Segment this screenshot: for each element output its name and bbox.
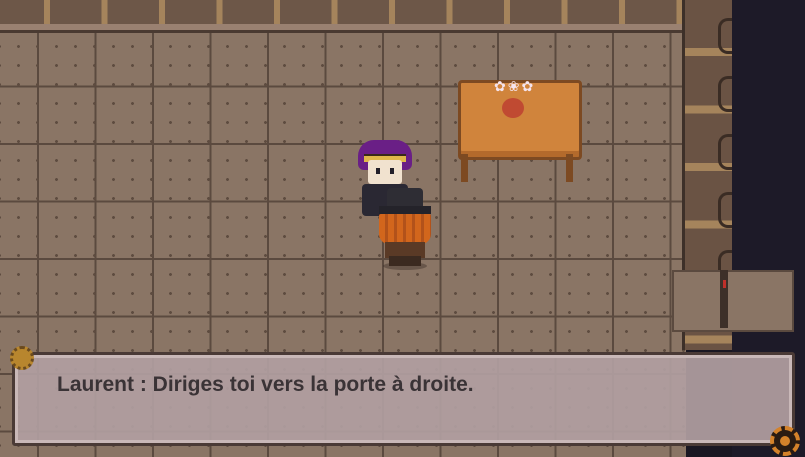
- door-post: [720, 270, 728, 328]
- table-leg: [461, 154, 468, 182]
- npc-face: [368, 160, 402, 184]
- player-hat-brim: [379, 206, 431, 214]
- top-wall: [0, 0, 690, 33]
- door-marker: [723, 280, 726, 288]
- table-leg: [566, 154, 573, 182]
- flowers-icon: ✿❀✿: [494, 79, 536, 95]
- dialog-box[interactable]: Laurent : Diriges toi vers la porte à dr…: [12, 352, 795, 446]
- settings-gear-icon[interactable]: [770, 426, 800, 456]
- player-legs: [389, 256, 421, 266]
- right-door[interactable]: [672, 270, 794, 332]
- corner-gear-icon: [10, 346, 34, 370]
- dialog-text: Laurent : Diriges toi vers la porte à dr…: [57, 373, 474, 396]
- flower-vase: [502, 98, 524, 118]
- player-character: [377, 186, 433, 270]
- player-hair: [379, 214, 431, 244]
